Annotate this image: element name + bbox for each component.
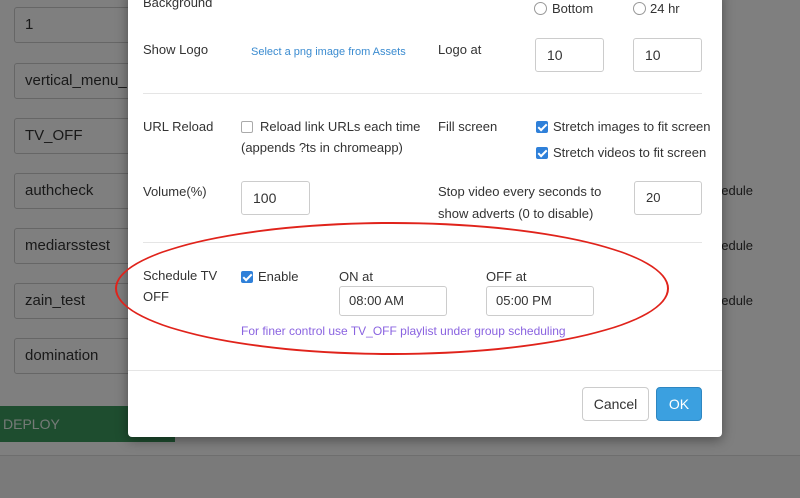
- modal-footer-divider: [128, 370, 722, 371]
- show-logo-label: Show Logo: [143, 42, 209, 57]
- logo-y-input[interactable]: 10: [633, 38, 702, 72]
- logo-at-label: Logo at: [438, 42, 482, 57]
- url-reload-label: URL Reload: [143, 119, 214, 134]
- cancel-button[interactable]: Cancel: [582, 387, 649, 421]
- bottom-radio[interactable]: [534, 2, 547, 15]
- select-logo-link[interactable]: Select a png image from Assets: [251, 46, 406, 58]
- stretch-images-label: Stretch images to fit screen: [553, 119, 711, 134]
- off-at-label: OFF at: [486, 269, 527, 284]
- enable-checkbox[interactable]: [241, 271, 253, 283]
- background-label: Background: [143, 0, 213, 10]
- stop-video-label: Stop video every seconds to: [438, 184, 602, 199]
- fill-screen-label: Fill screen: [438, 119, 498, 134]
- 24hr-radio-label: 24 hr: [650, 1, 680, 16]
- schedule-tv-off-label-line2: OFF: [143, 289, 169, 304]
- 24hr-radio[interactable]: [633, 2, 646, 15]
- logo-x-input[interactable]: 10: [535, 38, 604, 72]
- divider: [143, 242, 702, 243]
- ok-button[interactable]: OK: [656, 387, 702, 421]
- url-reload-checkbox[interactable]: [241, 121, 253, 133]
- url-reload-note: (appends ?ts in chromeapp): [241, 140, 403, 155]
- divider: [143, 93, 702, 94]
- finer-control-note[interactable]: For finer control use TV_OFF playlist un…: [241, 324, 566, 338]
- volume-input[interactable]: 100: [241, 181, 310, 215]
- bottom-radio-label: Bottom: [552, 1, 594, 16]
- stretch-images-checkbox[interactable]: [536, 121, 548, 133]
- stop-video-label-line2: show adverts (0 to disable): [438, 206, 594, 221]
- on-at-time-input[interactable]: 08:00 AM: [339, 286, 447, 316]
- volume-label: Volume(%): [143, 184, 207, 199]
- stop-video-input[interactable]: 20: [634, 181, 702, 215]
- stretch-videos-checkbox[interactable]: [536, 147, 548, 159]
- on-at-label: ON at: [339, 269, 373, 284]
- settings-modal: Background Bottom 24 hr Show Logo Select…: [128, 0, 722, 437]
- url-reload-option-label: Reload link URLs each time: [260, 119, 421, 134]
- enable-label: Enable: [258, 269, 299, 284]
- schedule-tv-off-label: Schedule TV: [143, 268, 218, 283]
- stretch-videos-label: Stretch videos to fit screen: [553, 145, 707, 160]
- off-at-time-input[interactable]: 05:00 PM: [486, 286, 594, 316]
